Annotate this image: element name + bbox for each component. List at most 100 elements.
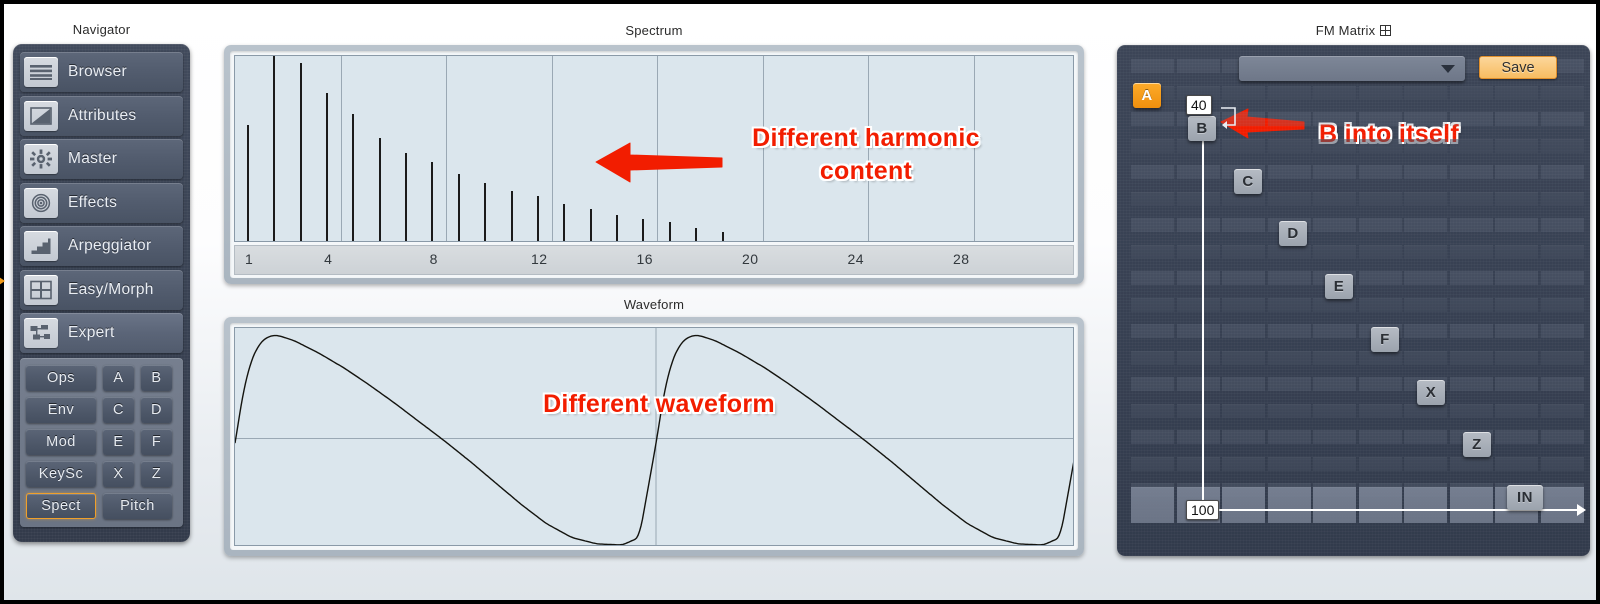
fm-matrix-cell[interactable] — [1540, 456, 1584, 471]
fm-matrix-cell[interactable] — [1267, 430, 1311, 444]
fm-matrix-cell[interactable] — [1495, 218, 1538, 232]
fm-matrix-cell[interactable] — [1358, 430, 1402, 444]
fm-matrix-cell[interactable] — [1131, 403, 1174, 418]
fm-matrix-cell[interactable] — [1540, 138, 1584, 153]
fm-matrix-cell[interactable] — [1222, 85, 1265, 100]
fm-matrix-cell[interactable] — [1358, 138, 1402, 153]
fm-matrix-cell[interactable] — [1176, 324, 1220, 338]
navigator-button-c[interactable]: C — [103, 397, 134, 423]
fm-matrix-cell[interactable] — [1495, 324, 1538, 338]
fm-matrix-cell[interactable] — [1449, 138, 1493, 153]
waveform-plot-area[interactable] — [234, 327, 1074, 546]
fm-matrix-slider-lane[interactable] — [1131, 487, 1174, 523]
fm-matrix-cell[interactable] — [1313, 377, 1356, 391]
fm-matrix-cell[interactable] — [1267, 377, 1311, 391]
fm-matrix-cell[interactable] — [1540, 244, 1584, 259]
fm-matrix-cell[interactable] — [1267, 297, 1311, 312]
fm-matrix-cell[interactable] — [1131, 138, 1174, 153]
fm-matrix-cell[interactable] — [1404, 244, 1447, 259]
spectrum-plot-area[interactable] — [234, 55, 1074, 242]
fm-matrix-cell[interactable] — [1267, 138, 1311, 153]
fm-operator-x[interactable]: X — [1417, 380, 1445, 405]
fm-matrix-slider-lane[interactable] — [1222, 487, 1265, 523]
fm-matrix-cell[interactable] — [1176, 271, 1220, 285]
fm-matrix-cell[interactable] — [1358, 271, 1402, 285]
fm-matrix-cell[interactable] — [1176, 297, 1220, 312]
spectrum-bar[interactable] — [563, 203, 566, 241]
fm-matrix-cell[interactable] — [1404, 165, 1447, 179]
fm-matrix-cell[interactable] — [1495, 112, 1538, 126]
sidebar-item-easy-morph[interactable]: Easy/Morph — [20, 269, 183, 310]
fm-matrix-cell[interactable] — [1495, 138, 1538, 153]
fm-matrix-cell[interactable] — [1495, 165, 1538, 179]
fm-matrix-cell[interactable] — [1313, 138, 1356, 153]
fm-matrix-grid[interactable]: A B C D E F X Z IN 40 100 — [1131, 59, 1586, 548]
spectrum-bar[interactable] — [299, 63, 302, 241]
spectrum-bar[interactable] — [484, 183, 487, 241]
fm-matrix-cell[interactable] — [1222, 456, 1265, 471]
fm-matrix-cell[interactable] — [1313, 324, 1356, 338]
fm-matrix-cell[interactable] — [1358, 297, 1402, 312]
fm-matrix-cell[interactable] — [1267, 350, 1311, 365]
fm-matrix-cell[interactable] — [1176, 59, 1220, 73]
fm-matrix-cell[interactable] — [1358, 85, 1402, 100]
fm-matrix-cell[interactable] — [1358, 165, 1402, 179]
fm-matrix-cell[interactable] — [1540, 271, 1584, 285]
fm-matrix-cell[interactable] — [1449, 191, 1493, 206]
fm-matrix-cell[interactable] — [1449, 377, 1493, 391]
fm-matrix-cell[interactable] — [1495, 191, 1538, 206]
fm-matrix-cell[interactable] — [1495, 403, 1538, 418]
fm-matrix-cell[interactable] — [1131, 297, 1174, 312]
fm-matrix-cell[interactable] — [1222, 244, 1265, 259]
fm-matrix-cell[interactable] — [1267, 456, 1311, 471]
spectrum-bar[interactable] — [721, 231, 724, 241]
fm-matrix-cell[interactable] — [1540, 297, 1584, 312]
fm-matrix-cell[interactable] — [1449, 85, 1493, 100]
fm-matrix-cell[interactable] — [1222, 350, 1265, 365]
fm-matrix-cell[interactable] — [1449, 324, 1493, 338]
fm-matrix-cell[interactable] — [1176, 403, 1220, 418]
navigator-button-x[interactable]: X — [103, 461, 134, 487]
fm-matrix-cell[interactable] — [1131, 456, 1174, 471]
fm-matrix-cell[interactable] — [1313, 191, 1356, 206]
fm-matrix-cell[interactable] — [1358, 377, 1402, 391]
fm-matrix-cell[interactable] — [1131, 350, 1174, 365]
fm-matrix-cell[interactable] — [1131, 430, 1174, 444]
fm-matrix-cell[interactable] — [1313, 85, 1356, 100]
spectrum-bar[interactable] — [510, 190, 513, 241]
navigator-button-keysc[interactable]: KeySc — [26, 461, 96, 487]
fm-matrix-slider-lane[interactable] — [1267, 487, 1311, 523]
fm-matrix-cell[interactable] — [1222, 138, 1265, 153]
navigator-button-b[interactable]: B — [141, 365, 172, 391]
fm-matrix-cell[interactable] — [1404, 350, 1447, 365]
fm-matrix-cell[interactable] — [1176, 244, 1220, 259]
fm-matrix-cell[interactable] — [1313, 403, 1356, 418]
fm-matrix-cell[interactable] — [1313, 165, 1356, 179]
fm-matrix-cell[interactable] — [1222, 218, 1265, 232]
fm-matrix-cell[interactable] — [1176, 456, 1220, 471]
grid-table-icon[interactable] — [1380, 25, 1392, 36]
spectrum-bar[interactable] — [589, 209, 592, 241]
spectrum-bar[interactable] — [378, 138, 381, 241]
sidebar-item-expert[interactable]: Expert — [20, 313, 183, 353]
spectrum-bar[interactable] — [536, 196, 539, 241]
navigator-button-d[interactable]: D — [141, 397, 172, 423]
fm-matrix-cell[interactable] — [1222, 377, 1265, 391]
fm-matrix-cell[interactable] — [1540, 403, 1584, 418]
fm-matrix-cell[interactable] — [1313, 297, 1356, 312]
fm-matrix-cell[interactable] — [1131, 244, 1174, 259]
fm-matrix-cell[interactable] — [1540, 377, 1584, 391]
navigator-button-spect[interactable]: Spect — [26, 493, 96, 519]
fm-matrix-cell[interactable] — [1222, 403, 1265, 418]
spectrum-bar[interactable] — [642, 218, 645, 241]
fm-matrix-cell[interactable] — [1540, 112, 1584, 126]
navigator-button-z[interactable]: Z — [141, 461, 172, 487]
fm-matrix-cell[interactable] — [1404, 138, 1447, 153]
fm-matrix-cell[interactable] — [1495, 456, 1538, 471]
fm-matrix-cell[interactable] — [1495, 244, 1538, 259]
fm-matrix-cell[interactable] — [1540, 85, 1584, 100]
fm-matrix-cell[interactable] — [1495, 85, 1538, 100]
fm-matrix-cell[interactable] — [1176, 430, 1220, 444]
fm-operator-a[interactable]: A — [1133, 83, 1161, 108]
fm-matrix-cell[interactable] — [1358, 456, 1402, 471]
